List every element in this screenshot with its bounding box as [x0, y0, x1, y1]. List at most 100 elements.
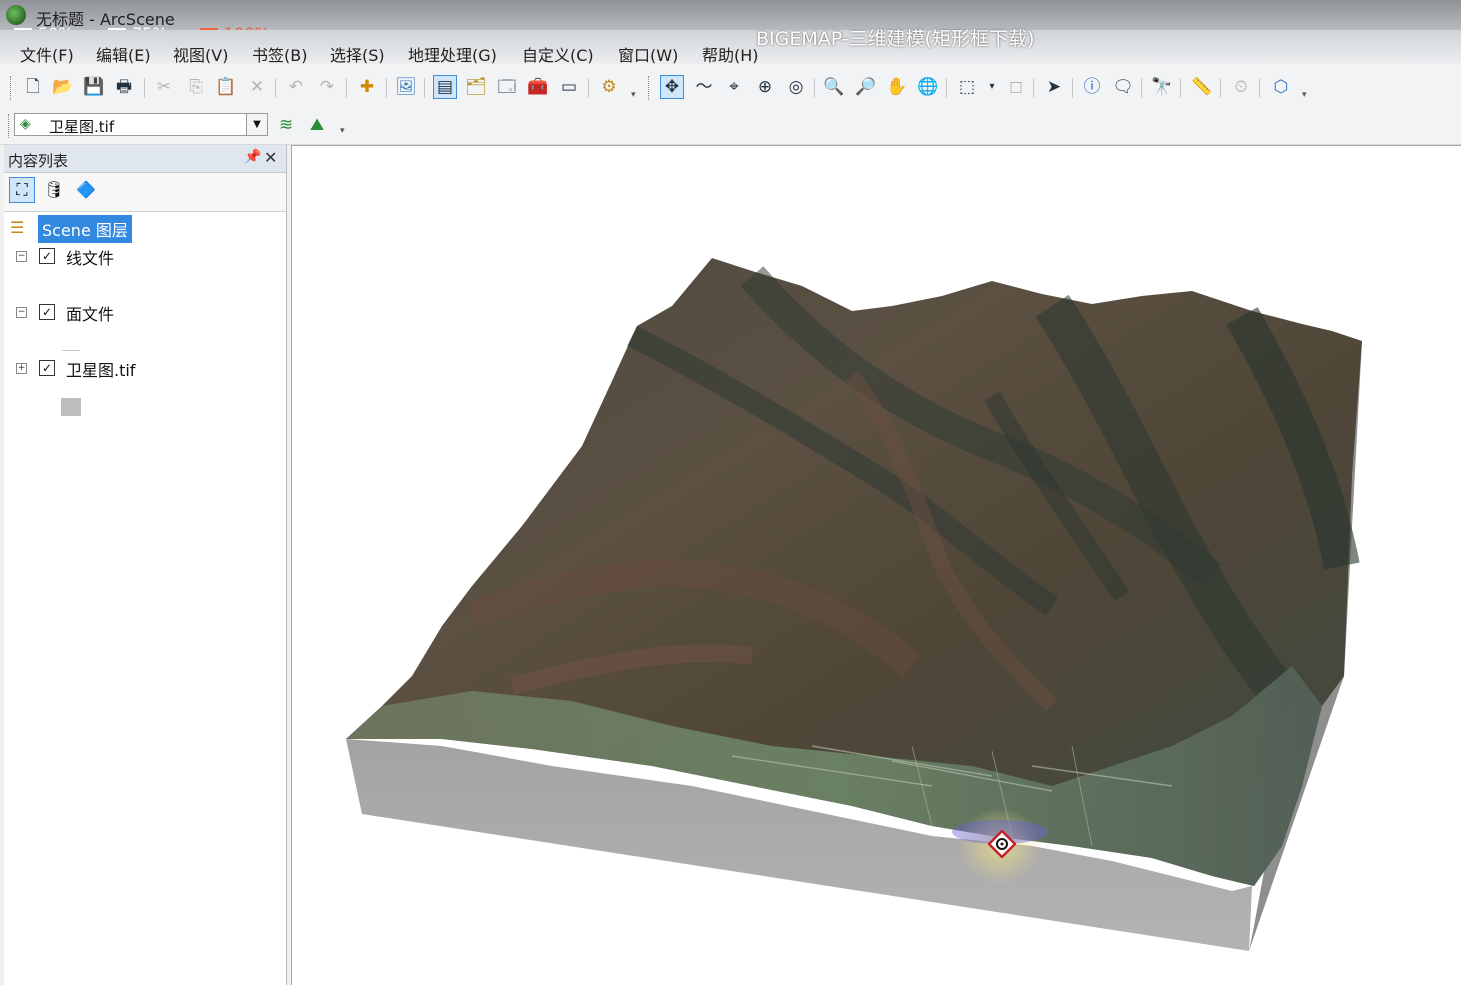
layer-name: 卫星图.tif — [66, 361, 136, 380]
expand-icon[interactable]: + — [16, 363, 27, 374]
html-popup-icon[interactable]: 🗨 — [1112, 76, 1134, 98]
arctoolbox-icon[interactable]: 🧰 — [527, 76, 549, 98]
zoom-out-icon[interactable]: 🔎 — [855, 76, 877, 98]
layer-visibility-checkbox[interactable]: ✓ — [39, 304, 55, 320]
toolbar-separator — [346, 78, 347, 98]
video-overlay-title: BIGEMAP-三维建模(矩形框下载) — [756, 28, 1035, 50]
toolbar-separator — [1033, 78, 1034, 98]
toolbar-separator — [386, 78, 387, 98]
navigation-target-icon[interactable] — [988, 830, 1016, 858]
polygon-symbol-swatch[interactable] — [61, 398, 81, 416]
zoom-to-target-icon[interactable]: ⊕ — [754, 76, 776, 98]
set-observer-icon[interactable]: ◎ — [785, 76, 807, 98]
collapse-icon[interactable]: − — [16, 251, 27, 262]
toolbar-options-chevron-icon[interactable]: ▾ — [340, 126, 348, 140]
fly-tool-icon[interactable]: 〜 — [693, 76, 715, 98]
find-binoculars-icon[interactable]: 🔭 — [1151, 76, 1173, 98]
toolbar-grip[interactable] — [648, 76, 652, 100]
toolbar-separator — [144, 78, 145, 98]
toc-window-icon[interactable]: ▤ — [433, 75, 457, 99]
line-symbol-swatch[interactable] — [62, 350, 80, 351]
delete-icon[interactable]: ✕ — [246, 76, 268, 98]
layer-name: 线文件 — [66, 249, 115, 268]
cut-icon[interactable]: ✂ — [153, 76, 175, 98]
layer-row-satellite-tif[interactable]: + ✓ 卫星图.tif — [4, 357, 286, 381]
arcscene-globe-icon — [6, 5, 26, 25]
toolbar-separator — [1220, 78, 1221, 98]
toolbar-separator — [275, 78, 276, 98]
layer-row-polygon-file[interactable]: − ✓ 面文件 — [4, 301, 286, 325]
new-document-icon[interactable]: 🗋 — [22, 76, 44, 98]
zoom-in-icon[interactable]: 🔍 — [823, 76, 845, 98]
scene-layers-label: Scene 图层 — [38, 215, 132, 243]
layer-visibility-checkbox[interactable]: ✓ — [39, 248, 55, 264]
toolbar-separator — [1259, 78, 1260, 98]
full-extent-globe-icon[interactable]: 🌐 — [917, 76, 939, 98]
add-data-icon[interactable]: ✚ — [356, 76, 378, 98]
clear-selection-icon[interactable]: ◻ — [1005, 76, 1027, 98]
select-dropdown-chevron-icon[interactable]: ▾ — [981, 76, 1003, 98]
chevron-down-icon[interactable]: ▼ — [246, 114, 267, 135]
copy-icon[interactable]: ⎘ — [185, 76, 207, 98]
layer-select-value: 卫星图.tif — [49, 118, 115, 136]
menu-view[interactable]: 视图(V) — [173, 42, 228, 66]
pan-hand-icon[interactable]: ✋ — [886, 76, 908, 98]
layers-stack-icon: ☰ — [10, 218, 25, 237]
toc-title: 内容列表 — [8, 152, 69, 170]
undo-icon[interactable]: ↶ — [285, 76, 307, 98]
toolbar-separator — [946, 78, 947, 98]
list-by-source-icon[interactable]: 🛢 — [42, 178, 66, 202]
measure-icon[interactable]: 📏 — [1191, 76, 1213, 98]
toolbar-separator — [588, 78, 589, 98]
redo-icon[interactable]: ↷ — [316, 76, 338, 98]
menu-edit[interactable]: 编辑(E) — [96, 42, 151, 66]
terrain-3d-model — [346, 258, 1362, 951]
model-builder-icon[interactable]: ⚙ — [598, 76, 620, 98]
paste-icon[interactable]: 📋 — [215, 76, 237, 98]
toolbar-grip[interactable] — [10, 76, 14, 100]
navigate-tool-icon[interactable]: ✥ — [660, 75, 684, 99]
standard-toolbar: 🗋 📂 💾 🖶 ✂ ⎘ 📋 ✕ ↶ ↷ ✚ 🖼 ▤ 🗂 🗔 🧰 ▭ ⚙ ▾ ✥ … — [0, 64, 1461, 108]
contour-tool-icon[interactable]: ≋ — [275, 114, 297, 136]
menu-selection[interactable]: 选择(S) — [330, 42, 385, 66]
save-icon[interactable]: 💾 — [83, 76, 105, 98]
menu-geoprocessing[interactable]: 地理处理(G) — [408, 42, 497, 66]
menu-customize[interactable]: 自定义(C) — [522, 42, 594, 66]
catalog-window-icon[interactable]: 🗂 — [465, 76, 487, 98]
toolbar-separator — [1072, 78, 1073, 98]
layer-select-dropdown[interactable]: ◈ 卫星图.tif ▼ — [14, 113, 268, 136]
steepest-path-icon[interactable]: ⛰ — [306, 114, 328, 136]
center-on-target-icon[interactable]: ⌖ — [723, 76, 745, 98]
menu-windows[interactable]: 窗口(W) — [618, 42, 678, 66]
toolbar-separator — [814, 78, 815, 98]
toolbar-options-chevron-icon[interactable]: ▾ — [1302, 90, 1310, 104]
toc-toolbar: ⛶ 🛢 🔷 — [4, 173, 286, 212]
toolbar-separator — [424, 78, 425, 98]
close-icon[interactable]: ✕ — [264, 148, 277, 167]
list-by-visibility-icon[interactable]: 🔷 — [74, 178, 98, 202]
search-window-icon[interactable]: 🗔 — [496, 76, 518, 98]
3d-effects-cube-icon[interactable]: ⬡ — [1270, 76, 1292, 98]
toolbar-grip[interactable] — [8, 114, 12, 138]
menu-help[interactable]: 帮助(H) — [702, 42, 759, 66]
python-window-icon[interactable]: ▭ — [558, 76, 580, 98]
open-folder-icon[interactable]: 📂 — [52, 76, 74, 98]
toolbar-options-chevron-icon[interactable]: ▾ — [631, 90, 639, 104]
menu-bookmarks[interactable]: 书签(B) — [252, 42, 307, 66]
collapse-icon[interactable]: − — [16, 307, 27, 318]
table-of-contents-panel: 内容列表 📌 ✕ ⛶ 🛢 🔷 ☰ Scene 图层 − ✓ 线文件 − ✓ 面文… — [4, 145, 287, 985]
layer-visibility-checkbox[interactable]: ✓ — [39, 360, 55, 376]
print-icon[interactable]: 🖶 — [113, 76, 135, 98]
time-slider-icon[interactable]: ⏲ — [1230, 76, 1252, 98]
menu-file[interactable]: 文件(F) — [20, 42, 74, 66]
layer-row-line-file[interactable]: − ✓ 线文件 — [4, 245, 286, 269]
scene-view-canvas[interactable] — [291, 145, 1461, 985]
identify-info-icon[interactable]: ⓘ — [1081, 76, 1103, 98]
raster-layer-icon: ◈ — [20, 116, 31, 132]
select-elements-arrow-icon[interactable]: ➤ — [1043, 76, 1065, 98]
toc-header: 内容列表 📌 ✕ — [4, 145, 286, 173]
list-by-drawing-order-icon[interactable]: ⛶ — [9, 177, 35, 203]
scene-properties-icon[interactable]: 🖼 — [395, 76, 417, 98]
pin-icon[interactable]: 📌 — [244, 149, 261, 165]
select-features-icon[interactable]: ⬚ — [956, 76, 978, 98]
